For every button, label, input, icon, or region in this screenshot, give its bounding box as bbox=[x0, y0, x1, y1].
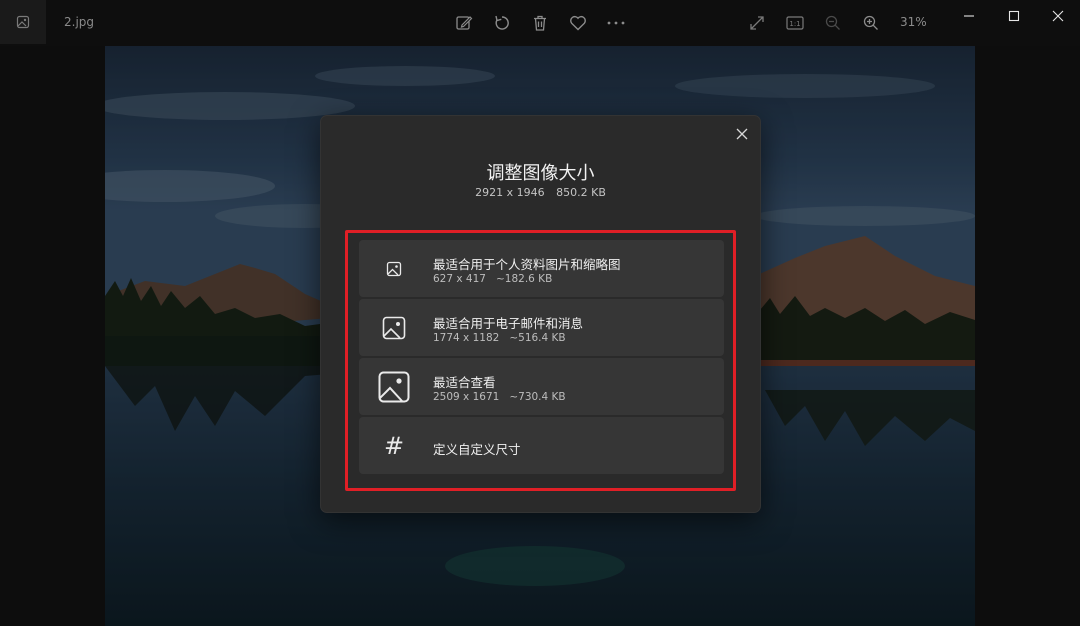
option-size: ~730.4 KB bbox=[509, 391, 566, 403]
option-profile-thumbnail[interactable]: 最适合用于个人资料图片和缩略图 627 x 417 ~182.6 KB bbox=[359, 240, 724, 297]
more-icon[interactable] bbox=[604, 11, 628, 35]
original-dimensions: 2921 x 1946 bbox=[475, 186, 545, 199]
option-dimensions: 627 x 417 bbox=[433, 273, 486, 285]
option-size: ~516.4 KB bbox=[509, 332, 566, 344]
edit-image-icon[interactable] bbox=[452, 11, 476, 35]
zoom-out-icon[interactable] bbox=[821, 11, 845, 35]
maximize-icon[interactable] bbox=[999, 6, 1029, 26]
option-meta: 627 x 417 ~182.6 KB bbox=[433, 273, 552, 285]
resize-image-dialog: 调整图像大小 2921 x 1946 850.2 KB 最适合用于个人资料图片和… bbox=[320, 115, 761, 513]
option-size: ~182.6 KB bbox=[495, 273, 553, 285]
close-window-icon[interactable] bbox=[1043, 6, 1073, 26]
minimize-icon[interactable] bbox=[954, 6, 984, 26]
actual-size-label: 1:1 bbox=[789, 20, 800, 28]
dialog-title: 调整图像大小 bbox=[486, 163, 595, 184]
option-label: 最适合查看 bbox=[433, 375, 496, 390]
large-image-icon bbox=[377, 358, 411, 415]
option-meta: 1774 x 1182 ~516.4 KB bbox=[433, 332, 566, 344]
actual-size-icon[interactable]: 1:1 bbox=[783, 11, 807, 35]
app-icon bbox=[0, 0, 46, 44]
option-label: 最适合用于个人资料图片和缩略图 bbox=[433, 257, 621, 272]
small-image-icon bbox=[377, 240, 411, 297]
option-label: 定义自定义尺寸 bbox=[433, 442, 521, 457]
option-meta: 2509 x 1671 ~730.4 KB bbox=[433, 391, 566, 403]
option-best-viewing[interactable]: 最适合查看 2509 x 1671 ~730.4 KB bbox=[359, 358, 724, 415]
option-custom-size[interactable]: # 定义自定义尺寸 bbox=[359, 417, 724, 474]
favorite-icon[interactable] bbox=[566, 11, 590, 35]
file-name: 2.jpg bbox=[64, 15, 95, 29]
option-dimensions: 2509 x 1671 bbox=[433, 391, 500, 403]
medium-image-icon bbox=[377, 299, 411, 356]
hash-glyph: # bbox=[383, 431, 405, 460]
hash-icon: # bbox=[377, 417, 411, 474]
zoom-level[interactable]: 31% bbox=[900, 15, 927, 29]
delete-icon[interactable] bbox=[528, 11, 552, 35]
rotate-icon[interactable] bbox=[490, 11, 514, 35]
option-dimensions: 1774 x 1182 bbox=[433, 332, 500, 344]
original-file-size: 850.2 KB bbox=[556, 186, 606, 199]
zoom-in-icon[interactable] bbox=[859, 11, 883, 35]
full-screen-icon[interactable] bbox=[745, 11, 769, 35]
option-email-message[interactable]: 最适合用于电子邮件和消息 1774 x 1182 ~516.4 KB bbox=[359, 299, 724, 356]
close-icon[interactable] bbox=[732, 124, 752, 144]
title-bar: 2.jpg 1:1 31% bbox=[0, 0, 1080, 46]
option-label: 最适合用于电子邮件和消息 bbox=[433, 316, 584, 331]
original-image-info: 2921 x 1946 850.2 KB bbox=[321, 186, 760, 199]
